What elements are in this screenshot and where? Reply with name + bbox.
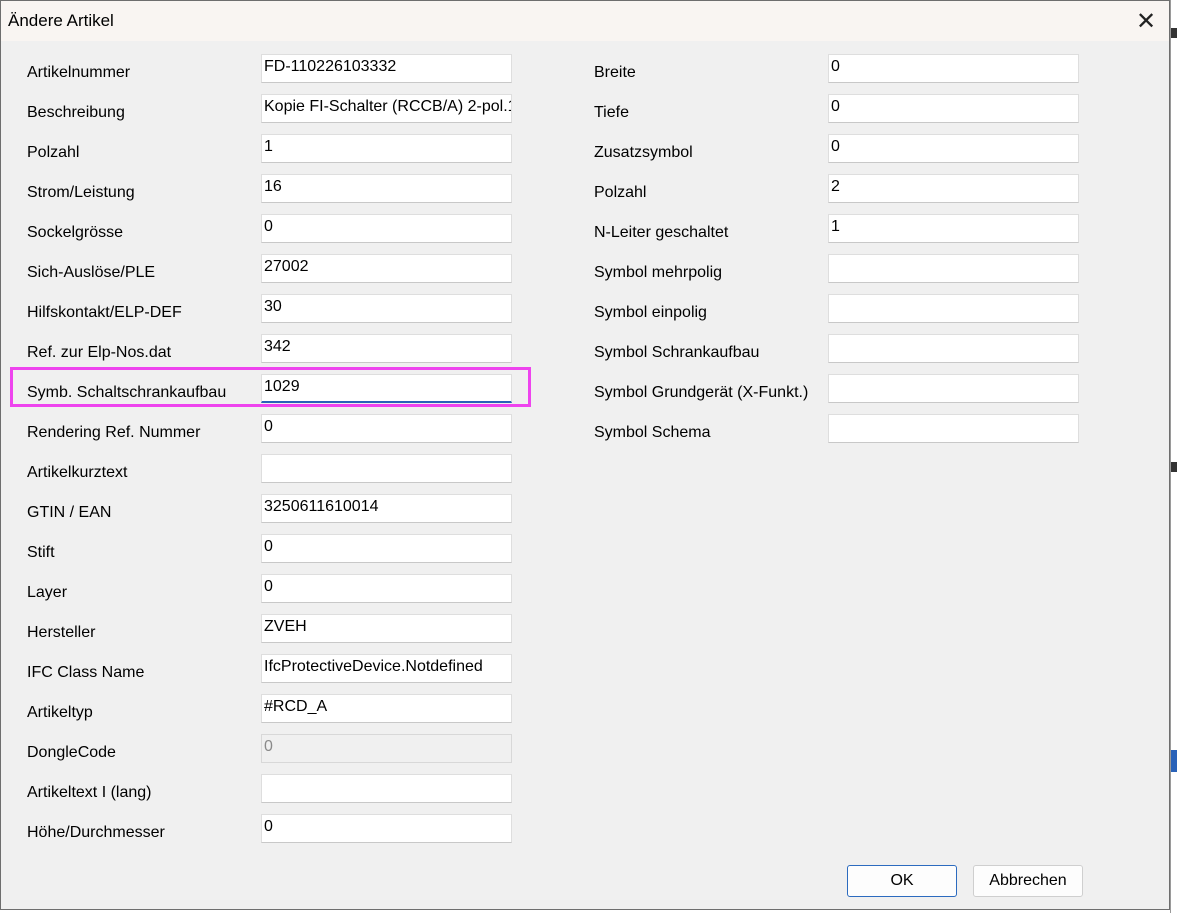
left-field-label: Artikeltext I (lang) [27,784,152,801]
left-field-label: Hersteller [27,624,96,641]
right-field-input[interactable] [828,294,1079,323]
left-field-input[interactable]: 342 [261,334,512,363]
left-field-input[interactable]: ZVEH [261,614,512,643]
cancel-button[interactable]: Abbrechen [973,865,1083,897]
left-field-label: Symb. Schaltschrankaufbau [27,384,227,401]
right-field-label: Zusatzsymbol [594,144,693,161]
left-field-label: Layer [27,584,68,601]
left-field-input[interactable]: 0 [261,574,512,603]
left-field-input[interactable]: FD-110226103332 [261,54,512,83]
left-field-input[interactable]: 0 [261,534,512,563]
left-field-input[interactable]: Kopie FI-Schalter (RCCB/A) 2-pol.1 [261,94,512,123]
left-field-label: DongleCode [27,744,116,761]
right-field-input[interactable]: 0 [828,94,1079,123]
right-field-input[interactable] [828,374,1079,403]
background-window-mark [1171,28,1177,38]
cancel-button-label: Abbrechen [989,872,1067,889]
left-field-input[interactable]: 3250611610014 [261,494,512,523]
left-field-input[interactable] [261,774,512,803]
left-field-input[interactable]: 0 [261,814,512,843]
right-field-label: Tiefe [594,104,629,121]
right-field-label: Symbol mehrpolig [594,264,723,281]
right-field-label: Symbol Grundgerät (X-Funkt.) [594,384,809,401]
left-field-label: Sockelgrösse [27,224,124,241]
right-field-label: Polzahl [594,184,647,201]
left-field-label: Artikelkurztext [27,464,128,481]
left-field-input: 0 [261,734,512,763]
right-field-input[interactable]: 0 [828,134,1079,163]
right-field-label: Symbol Schema [594,424,711,441]
left-field-input[interactable]: 0 [261,214,512,243]
background-window-mark [1171,750,1177,772]
left-field-input[interactable] [261,454,512,483]
ok-button-label: OK [890,872,914,889]
left-field-label: Rendering Ref. Nummer [27,424,201,441]
right-field-input[interactable]: 0 [828,54,1079,83]
right-field-input[interactable] [828,334,1079,363]
right-field-input[interactable] [828,254,1079,283]
left-field-label: Artikelnummer [27,64,131,81]
left-field-label: Stift [27,544,55,561]
left-field-label: GTIN / EAN [27,504,112,521]
right-field-label: Symbol einpolig [594,304,707,321]
left-field-input[interactable]: 16 [261,174,512,203]
left-field-label: Ref. zur Elp-Nos.dat [27,344,172,361]
left-field-input[interactable]: 1 [261,134,512,163]
right-field-label: Symbol Schrankaufbau [594,344,760,361]
left-field-label: Polzahl [27,144,80,161]
background-window-mark [1171,462,1177,472]
right-field-label: N-Leiter geschaltet [594,224,729,241]
left-field-input[interactable]: 1029 [261,374,512,403]
right-field-input[interactable] [828,414,1079,443]
left-field-label: IFC Class Name [27,664,145,681]
left-field-input[interactable]: 30 [261,294,512,323]
left-field-label: Artikeltyp [27,704,93,721]
title-bar: Ändere Artikel ✕ [1,1,1169,41]
ok-button[interactable]: OK [847,865,957,897]
left-field-label: Strom/Leistung [27,184,135,201]
right-field-input[interactable]: 2 [828,174,1079,203]
left-field-label: Hilfskontakt/ELP-DEF [27,304,182,321]
edit-article-dialog: Ändere Artikel ✕ Artikelnummer FD-1102261… [0,0,1170,910]
right-field-input[interactable]: 1 [828,214,1079,243]
close-icon: ✕ [1135,7,1157,35]
right-field-label: Breite [594,64,636,81]
left-field-input[interactable]: #RCD_A [261,694,512,723]
close-button[interactable]: ✕ [1123,1,1169,41]
left-field-label: Beschreibung [27,104,125,121]
left-field-input[interactable]: IfcProtectiveDevice.Notdefined [261,654,512,683]
left-field-input[interactable]: 27002 [261,254,512,283]
dialog-title: Ändere Artikel [8,11,114,30]
left-field-label: Sich-Auslöse/PLE [27,264,156,281]
background-window-edge [1170,0,1177,913]
left-field-input[interactable]: 0 [261,414,512,443]
left-field-label: Höhe/Durchmesser [27,824,165,841]
